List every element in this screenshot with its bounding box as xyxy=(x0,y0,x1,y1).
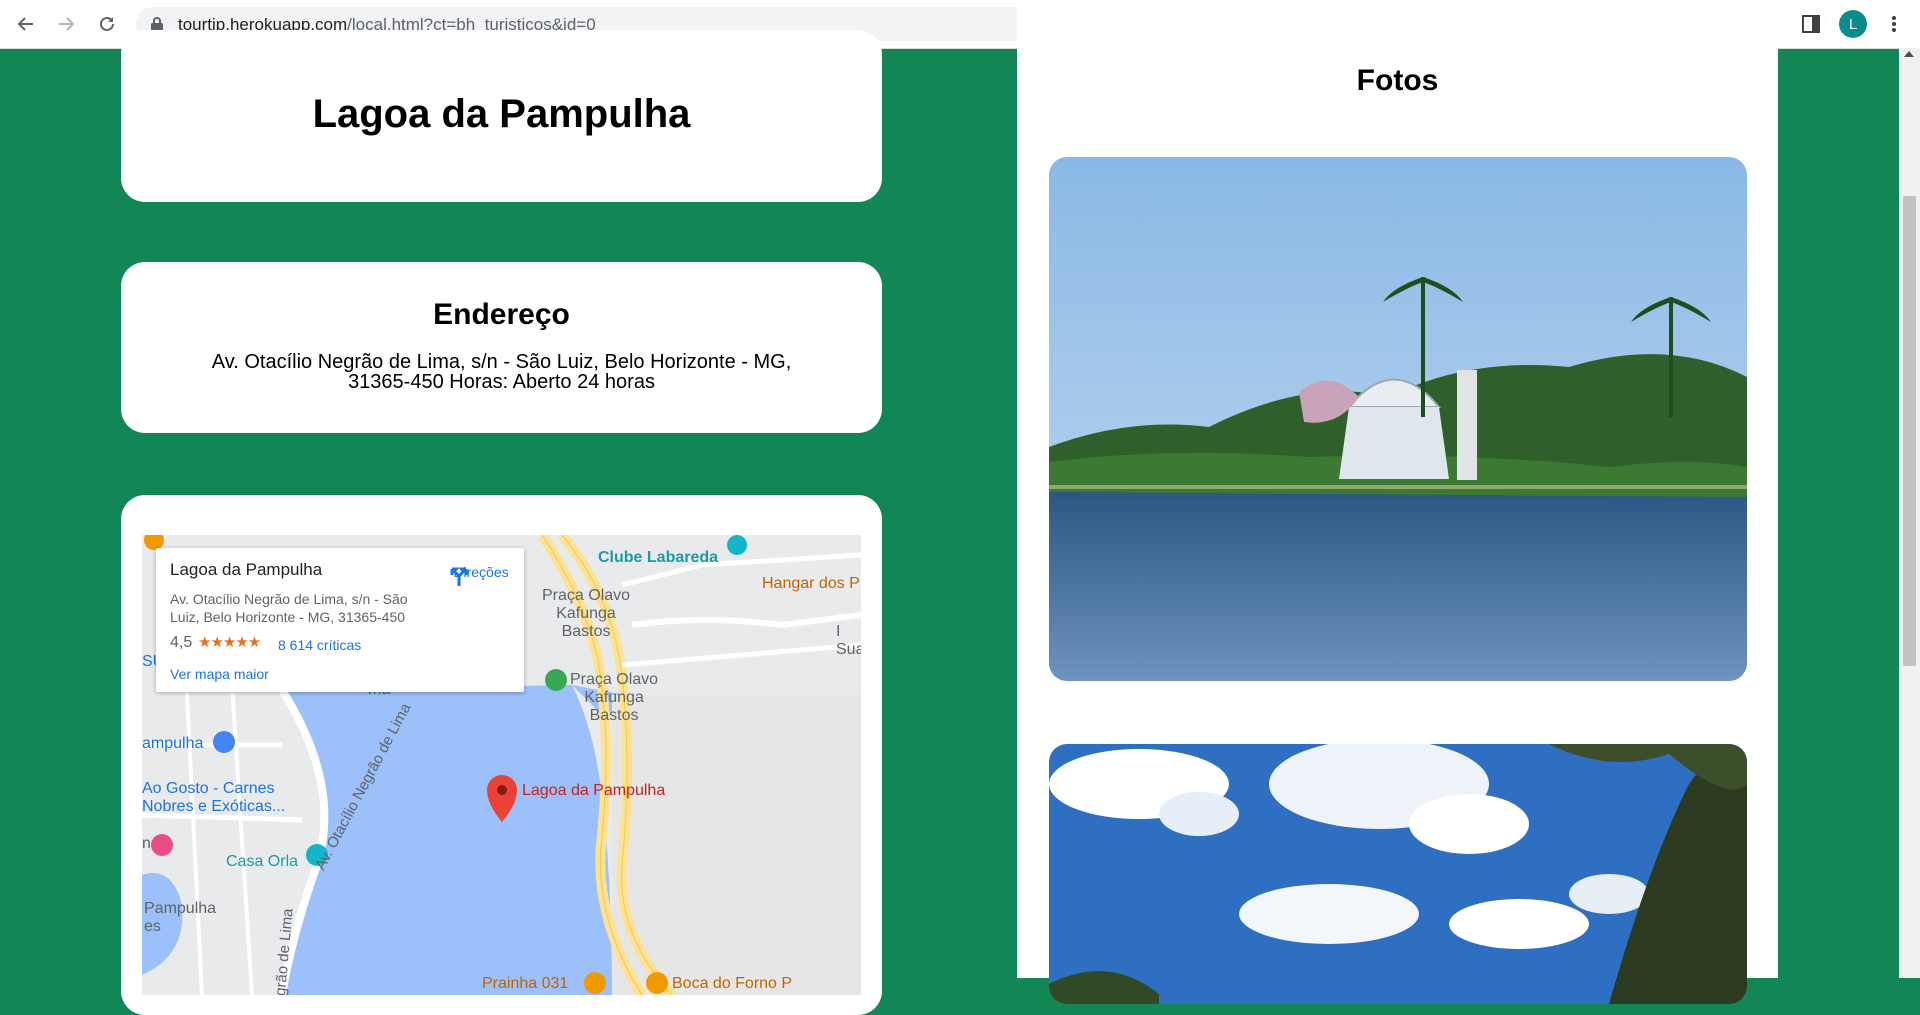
address-heading: Endereço xyxy=(433,298,570,331)
photos-heading: Fotos xyxy=(1356,64,1439,97)
menu-kebab-icon[interactable] xyxy=(1882,12,1906,36)
land-block xyxy=(612,695,861,995)
reload-icon[interactable] xyxy=(93,10,121,38)
rating-stars-icon: ★★★★★ xyxy=(198,634,261,651)
map-label-praca-1: Praça Olavo Kafunga Bastos xyxy=(542,587,631,640)
poi-marker-shop xyxy=(213,731,235,753)
poi-marker-prainha xyxy=(584,972,606,994)
photos-card: Fotos xyxy=(1017,0,1778,1004)
map-label-pampulha-left: ampulha xyxy=(142,735,204,752)
page-scrollbar[interactable] xyxy=(1899,48,1920,978)
poi-marker-hotel xyxy=(151,834,173,856)
profile-avatar[interactable]: L xyxy=(1839,10,1867,38)
scroll-thumb[interactable] xyxy=(1903,196,1916,666)
side-panel-icon[interactable] xyxy=(1799,12,1823,36)
map-info-popup: Lagoa da Pampulha Av. Otacílio Negrão de… xyxy=(156,548,524,692)
forward-icon[interactable] xyxy=(52,10,80,38)
back-icon[interactable] xyxy=(12,10,40,38)
photo-church-lake xyxy=(1049,157,1747,681)
photo-sky-trees xyxy=(1049,744,1747,1004)
popup-address: Av. Otacílio Negrão de Lima, s/n - São L… xyxy=(170,591,408,625)
address-text: Av. Otacílio Negrão de Lima, s/n - São L… xyxy=(211,351,792,393)
embedded-map[interactable]: Clube Labareda Hangar dos P Praça Olavo … xyxy=(142,535,861,995)
poi-marker-park xyxy=(545,669,567,691)
map-label-praca-2: Praça Olavo Kafunga Bastos xyxy=(570,671,659,724)
address-card: Endereço Av. Otacílio Negrão de Lima, s/… xyxy=(121,262,882,433)
directions-button[interactable]: Direções xyxy=(446,562,516,586)
popup-reviews-link[interactable]: 8 614 críticas xyxy=(278,637,361,653)
map-label-casa-orla: Casa Orla xyxy=(226,853,299,870)
map-card: Clube Labareda Hangar dos P Praça Olavo … xyxy=(121,495,882,1015)
scroll-up-arrow-icon[interactable] xyxy=(1904,51,1914,57)
popup-rating: 4,5 xyxy=(170,634,193,651)
popup-bigger-map-link[interactable]: Ver mapa maior xyxy=(170,666,269,682)
map-label-n: n xyxy=(142,835,151,852)
page-title: Lagoa da Pampulha xyxy=(312,92,691,136)
map-label-hangar: Hangar dos P xyxy=(762,575,860,592)
popup-title: Lagoa da Pampulha xyxy=(170,560,323,579)
map-label-pampulha-bottom: Pampulha es xyxy=(144,900,217,935)
poi-marker-boca xyxy=(646,972,668,994)
map-label-marker: Lagoa da Pampulha xyxy=(522,782,666,799)
map-label-clube: Clube Labareda xyxy=(598,549,719,566)
map-label-gosto: Ao Gosto - Carnes Nobres e Exóticas... xyxy=(142,780,286,815)
title-card: Lagoa da Pampulha xyxy=(121,30,882,202)
map-label-sua: I Sua xyxy=(836,623,861,658)
